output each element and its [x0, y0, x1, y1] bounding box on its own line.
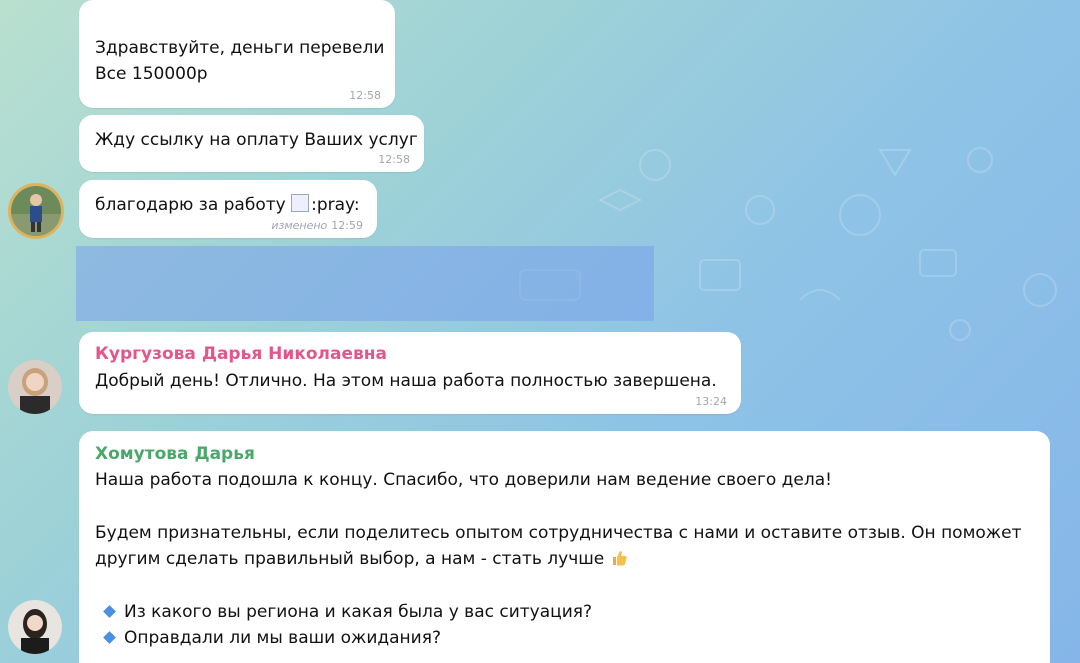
- list-item: Оправдали ли мы ваши ожидания?: [101, 625, 441, 651]
- thumbs-up-icon: [612, 551, 627, 566]
- message-bubble[interactable]: Хомутова Дарья Наша работа подошла к кон…: [79, 431, 1050, 663]
- selection-highlight: [76, 246, 654, 321]
- message-time: 12:59: [331, 219, 363, 232]
- blue-diamond-icon: [103, 630, 116, 644]
- message-text: Добрый день! Отлично. На этом наша работ…: [95, 371, 717, 391]
- message-paragraph: Будем признательны, если поделитесь опыт…: [95, 523, 1022, 543]
- message-paragraph-line: другим сделать правильный выбор, а нам -…: [95, 546, 628, 572]
- message-time: 12:58: [378, 153, 410, 166]
- message-bubble[interactable]: благодарю за работу :pray: изменено 12:59: [79, 180, 377, 238]
- broken-image-icon: [291, 194, 310, 212]
- message-text: Здравствуйте, деньги перевели Все 150000…: [95, 38, 385, 84]
- emoji-alt-text: :pray:: [311, 195, 360, 215]
- message-bubble[interactable]: Здравствуйте, деньги перевели Все 150000…: [79, 0, 395, 108]
- message-text: Жду ссылку на оплату Ваших услуг: [95, 130, 418, 150]
- edited-label: изменено: [271, 219, 328, 232]
- message-paragraph: другим сделать правильный выбор, а нам -…: [95, 549, 605, 569]
- list-item: Из какого вы региона и какая была у вас …: [101, 599, 592, 625]
- list-item-text: Оправдали ли мы ваши ожидания?: [124, 628, 441, 648]
- message-bubble[interactable]: Жду ссылку на оплату Ваших услуг 12:58: [79, 115, 424, 172]
- sender-name[interactable]: Кургузова Дарья Николаевна: [95, 342, 387, 366]
- message-time: 13:24: [695, 395, 727, 408]
- blue-diamond-icon: [103, 604, 116, 618]
- message-paragraph: Наша работа подошла к концу. Спасибо, чт…: [95, 470, 832, 490]
- message-bubble[interactable]: Кургузова Дарья Николаевна Добрый день! …: [79, 332, 741, 414]
- message-text-content: благодарю за работу: [95, 195, 286, 215]
- message-text: благодарю за работу :pray:: [95, 192, 360, 218]
- avatar[interactable]: [8, 600, 62, 654]
- message-time-wrapper: изменено 12:59: [271, 220, 363, 232]
- sender-name[interactable]: Хомутова Дарья: [95, 442, 255, 466]
- message-time: 12:58: [349, 89, 381, 102]
- avatar[interactable]: [8, 183, 64, 239]
- avatar[interactable]: [8, 360, 62, 414]
- list-item-text: Из какого вы региона и какая была у вас …: [124, 602, 593, 622]
